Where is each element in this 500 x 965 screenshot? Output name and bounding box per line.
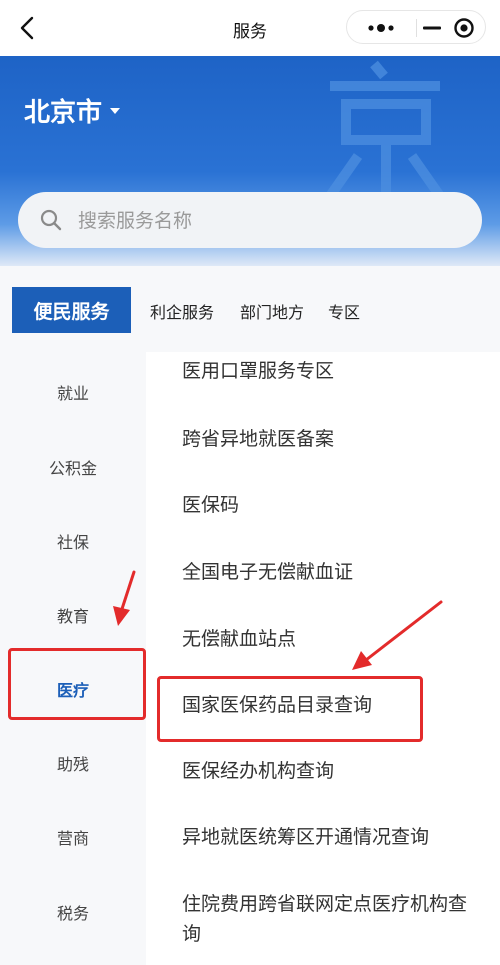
list-item[interactable]: 无偿献血站点	[182, 624, 482, 654]
search-icon	[40, 209, 62, 231]
city-name: 北京市	[24, 98, 103, 128]
annotation-box-service	[157, 676, 423, 742]
city-header: 北京市	[0, 56, 500, 266]
list-item[interactable]: 医保码	[182, 490, 482, 520]
capsule-divider	[416, 19, 417, 37]
sidebar-item-education[interactable]: 教育	[0, 603, 146, 627]
service-list: 医用口罩服务专区 跨省异地就医备案 医保码 全国电子无偿献血证 无偿献血站点 国…	[146, 352, 500, 965]
sidebar-item-business[interactable]: 营商	[0, 825, 146, 849]
sidebar-item-disability-aid[interactable]: 助残	[0, 751, 146, 775]
tab-business-services[interactable]: 利企服务	[150, 299, 214, 323]
category-tabs: 便民服务 利企服务 部门地方 专区	[0, 266, 500, 352]
annotation-box-sidebar	[8, 648, 146, 720]
mini-program-capsule	[346, 10, 486, 44]
sidebar-item-social-security[interactable]: 社保	[0, 529, 146, 553]
list-item[interactable]: 医保经办机构查询	[182, 756, 482, 786]
sidebar-item-tax[interactable]: 税务	[0, 900, 146, 924]
list-item[interactable]: 住院费用跨省联网定点医疗机构查询	[182, 889, 482, 949]
list-item[interactable]: 跨省异地就医备案	[182, 424, 482, 454]
search-bar[interactable]	[18, 192, 482, 248]
tab-special-zone[interactable]: 专区	[328, 299, 360, 323]
target-circle-icon[interactable]	[453, 17, 475, 39]
minimize-icon[interactable]	[421, 19, 443, 37]
search-input[interactable]	[76, 206, 460, 236]
decorative-character-icon	[325, 60, 445, 206]
list-item[interactable]: 异地就医统筹区开通情况查询	[182, 822, 482, 852]
top-navbar: 服务	[0, 0, 500, 56]
more-dots-icon[interactable]	[361, 20, 401, 36]
sidebar-item-housing-fund[interactable]: 公积金	[0, 455, 146, 479]
tab-convenience-services[interactable]: 便民服务	[12, 287, 131, 333]
sidebar-item-employment[interactable]: 就业	[0, 380, 146, 404]
city-selector[interactable]: 北京市	[24, 92, 121, 129]
list-item[interactable]: 医用口罩服务专区	[182, 356, 482, 386]
caret-down-icon	[110, 107, 121, 114]
tab-departments[interactable]: 部门地方	[240, 299, 304, 323]
list-item[interactable]: 全国电子无偿献血证	[182, 557, 482, 587]
